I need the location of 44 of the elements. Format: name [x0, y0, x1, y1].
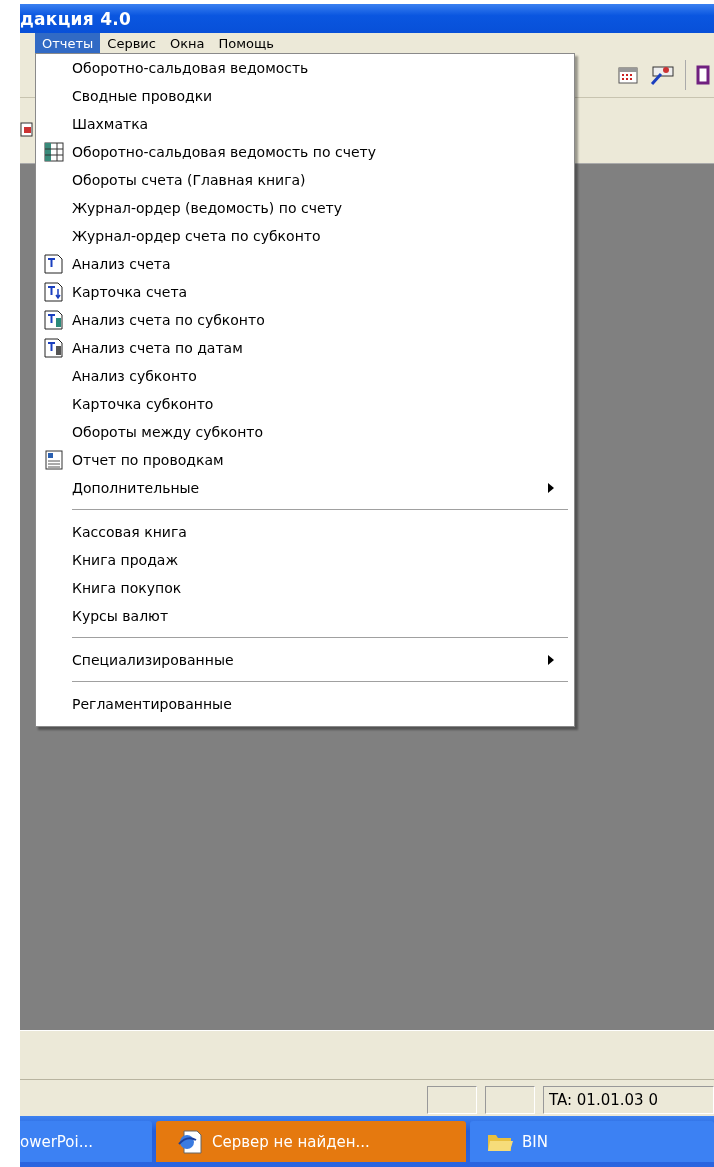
table-icon	[44, 142, 64, 162]
menu-item[interactable]: Сводные проводки	[36, 82, 574, 110]
status-panel: TA: 01.01.03 0	[543, 1086, 714, 1114]
menu-item[interactable]: Анализ счета по субконто	[36, 306, 574, 334]
menu-bar-item[interactable]: Окна	[162, 33, 212, 53]
menu-item[interactable]: Отчет по проводкам	[36, 446, 574, 474]
web-page-icon	[176, 1128, 204, 1155]
menu-item[interactable]: Шахматка	[36, 110, 574, 138]
taskbar-button[interactable]: owerPoi...	[20, 1121, 152, 1162]
menu-item[interactable]: Дополнительные	[36, 474, 574, 502]
tool-icon[interactable]	[649, 64, 675, 86]
menu-bar-item[interactable]: Помощь	[211, 33, 281, 53]
menu-item[interactable]: Карточка счета	[36, 278, 574, 306]
menu-item[interactable]: Регламентированные	[36, 690, 574, 718]
menu-item[interactable]: Журнал-ордер счета по субконто	[36, 222, 574, 250]
menu-item[interactable]: Специализированные	[36, 646, 574, 674]
window-title: дакция 4.0	[20, 8, 132, 29]
menu-bar-item[interactable]: Сервис	[100, 33, 163, 53]
menu-item[interactable]: Анализ субконто	[36, 362, 574, 390]
document-icon	[44, 338, 64, 358]
taskbar-button[interactable]: BIN	[470, 1121, 714, 1162]
submenu-arrow-icon	[548, 483, 554, 493]
menu-item[interactable]: Анализ счета	[36, 250, 574, 278]
document-icon	[44, 282, 64, 302]
menu-item[interactable]: Курсы валют	[36, 602, 574, 630]
status-panel	[427, 1086, 477, 1114]
status-panel	[485, 1086, 535, 1114]
menu-item[interactable]: Карточка субконто	[36, 390, 574, 418]
menu-item[interactable]: Обороты счета (Главная книга)	[36, 166, 574, 194]
menu-item[interactable]: Книга продаж	[36, 546, 574, 574]
report-icon	[44, 450, 64, 470]
document-icon	[44, 310, 64, 330]
submenu-arrow-icon	[548, 655, 554, 665]
menu-item[interactable]: Кассовая книга	[36, 518, 574, 546]
menu-item[interactable]: Журнал-ордер (ведомость) по счету	[36, 194, 574, 222]
calendar-icon[interactable]	[617, 65, 639, 85]
menu-item[interactable]: Книга покупок	[36, 574, 574, 602]
menu-item[interactable]: Обороты между субконто	[36, 418, 574, 446]
document-icon[interactable]	[20, 122, 34, 138]
menu-bar-item[interactable]: Отчеты	[35, 33, 101, 53]
menu-item[interactable]: Анализ счета по датам	[36, 334, 574, 362]
menu-item[interactable]: Оборотно-сальдовая ведомость	[36, 54, 574, 82]
menu-item[interactable]: Оборотно-сальдовая ведомость по счету	[36, 138, 574, 166]
document-icon	[44, 254, 64, 274]
